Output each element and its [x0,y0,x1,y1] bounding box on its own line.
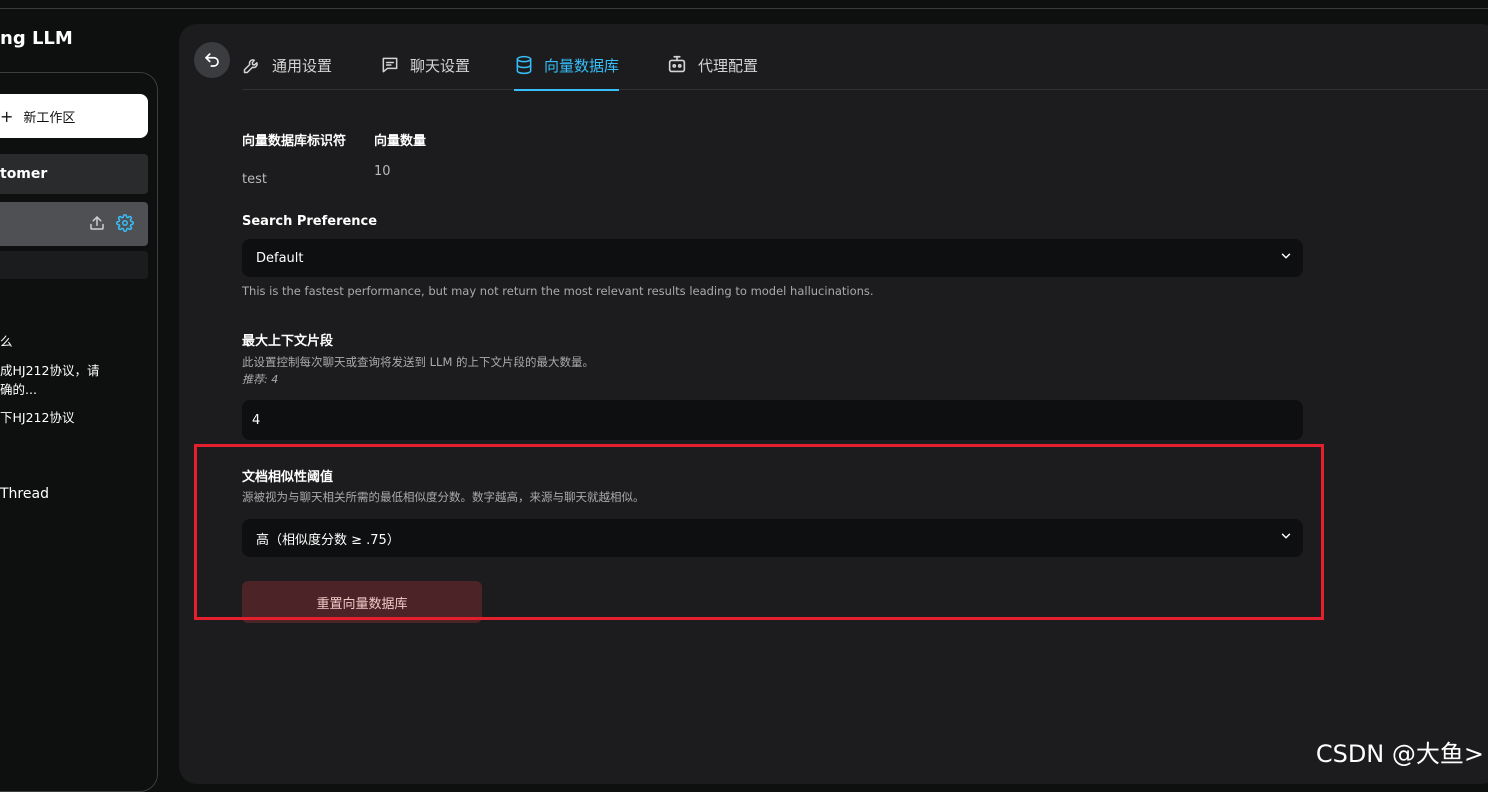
vector-db-identifier-label: 向量数据库标识符 [242,134,347,149]
watermark: CSDN @大鱼> [1315,740,1484,768]
vector-db-identifier-value: test [242,172,267,187]
reset-vector-db-button[interactable]: 重置向量数据库 [242,581,482,623]
new-workspace-button[interactable]: + 新工作区 [0,94,148,138]
vector-count-label: 向量数量 [374,134,427,149]
vector-count-value: 10 [374,164,391,179]
similarity-threshold-label: 文档相似性阈值 [242,470,334,485]
new-workspace-label: 新工作区 [23,110,76,126]
similarity-threshold-description: 源被视为与聊天相关所需的最低相似度分数。数字越高，来源与聊天就越相似。 [242,490,645,504]
upload-icon[interactable] [88,214,106,236]
database-icon [514,55,534,75]
chat-icon [380,55,400,75]
gear-icon[interactable] [116,214,134,236]
tab-vector-database[interactable]: 向量数据库 [514,40,620,91]
tab-general-settings[interactable]: 通用设置 [242,40,332,90]
search-preference-label: Search Preference [242,214,378,229]
workspace-item-active[interactable] [0,202,148,246]
similarity-threshold-select[interactable]: 高（相似度分数 ≥ .75） [242,519,1303,557]
tab-agent-config[interactable]: 代理配置 [666,40,758,90]
search-preference-description: This is the fastest performance, but may… [242,284,874,298]
chevron-down-icon [1279,529,1293,547]
max-context-input[interactable]: 4 [242,400,1303,440]
new-thread-item[interactable]: Thread [0,485,49,504]
max-context-label: 最大上下文片段 [242,334,334,349]
wrench-icon [242,55,262,75]
undo-arrow-icon [205,53,219,67]
robot-icon [666,54,688,76]
max-context-recommend: 推荐: 4 [242,373,279,386]
workspace-label: tomer [0,166,48,182]
thread-item[interactable]: 成HJ212协议，请 确的... [0,361,99,399]
settings-tabs: 通用设置 聊天设置 向量数据库 代理配置 [242,40,1488,91]
brand-title: ng LLM [0,28,73,49]
thread-item[interactable]: 么 [0,332,13,351]
workspace-item[interactable] [0,251,148,279]
search-preference-select[interactable]: Default [242,239,1303,277]
workspace-item[interactable]: tomer [0,154,148,194]
thread-item[interactable]: 下HJ212协议 [0,408,74,427]
tab-chat-settings[interactable]: 聊天设置 [380,40,470,90]
max-context-description: 此设置控制每次聊天或查询将发送到 LLM 的上下文片段的最大数量。 [242,355,595,369]
chevron-down-icon [1279,249,1293,267]
plus-icon: + [0,106,14,126]
back-button[interactable] [194,42,230,78]
top-divider [0,8,1488,9]
